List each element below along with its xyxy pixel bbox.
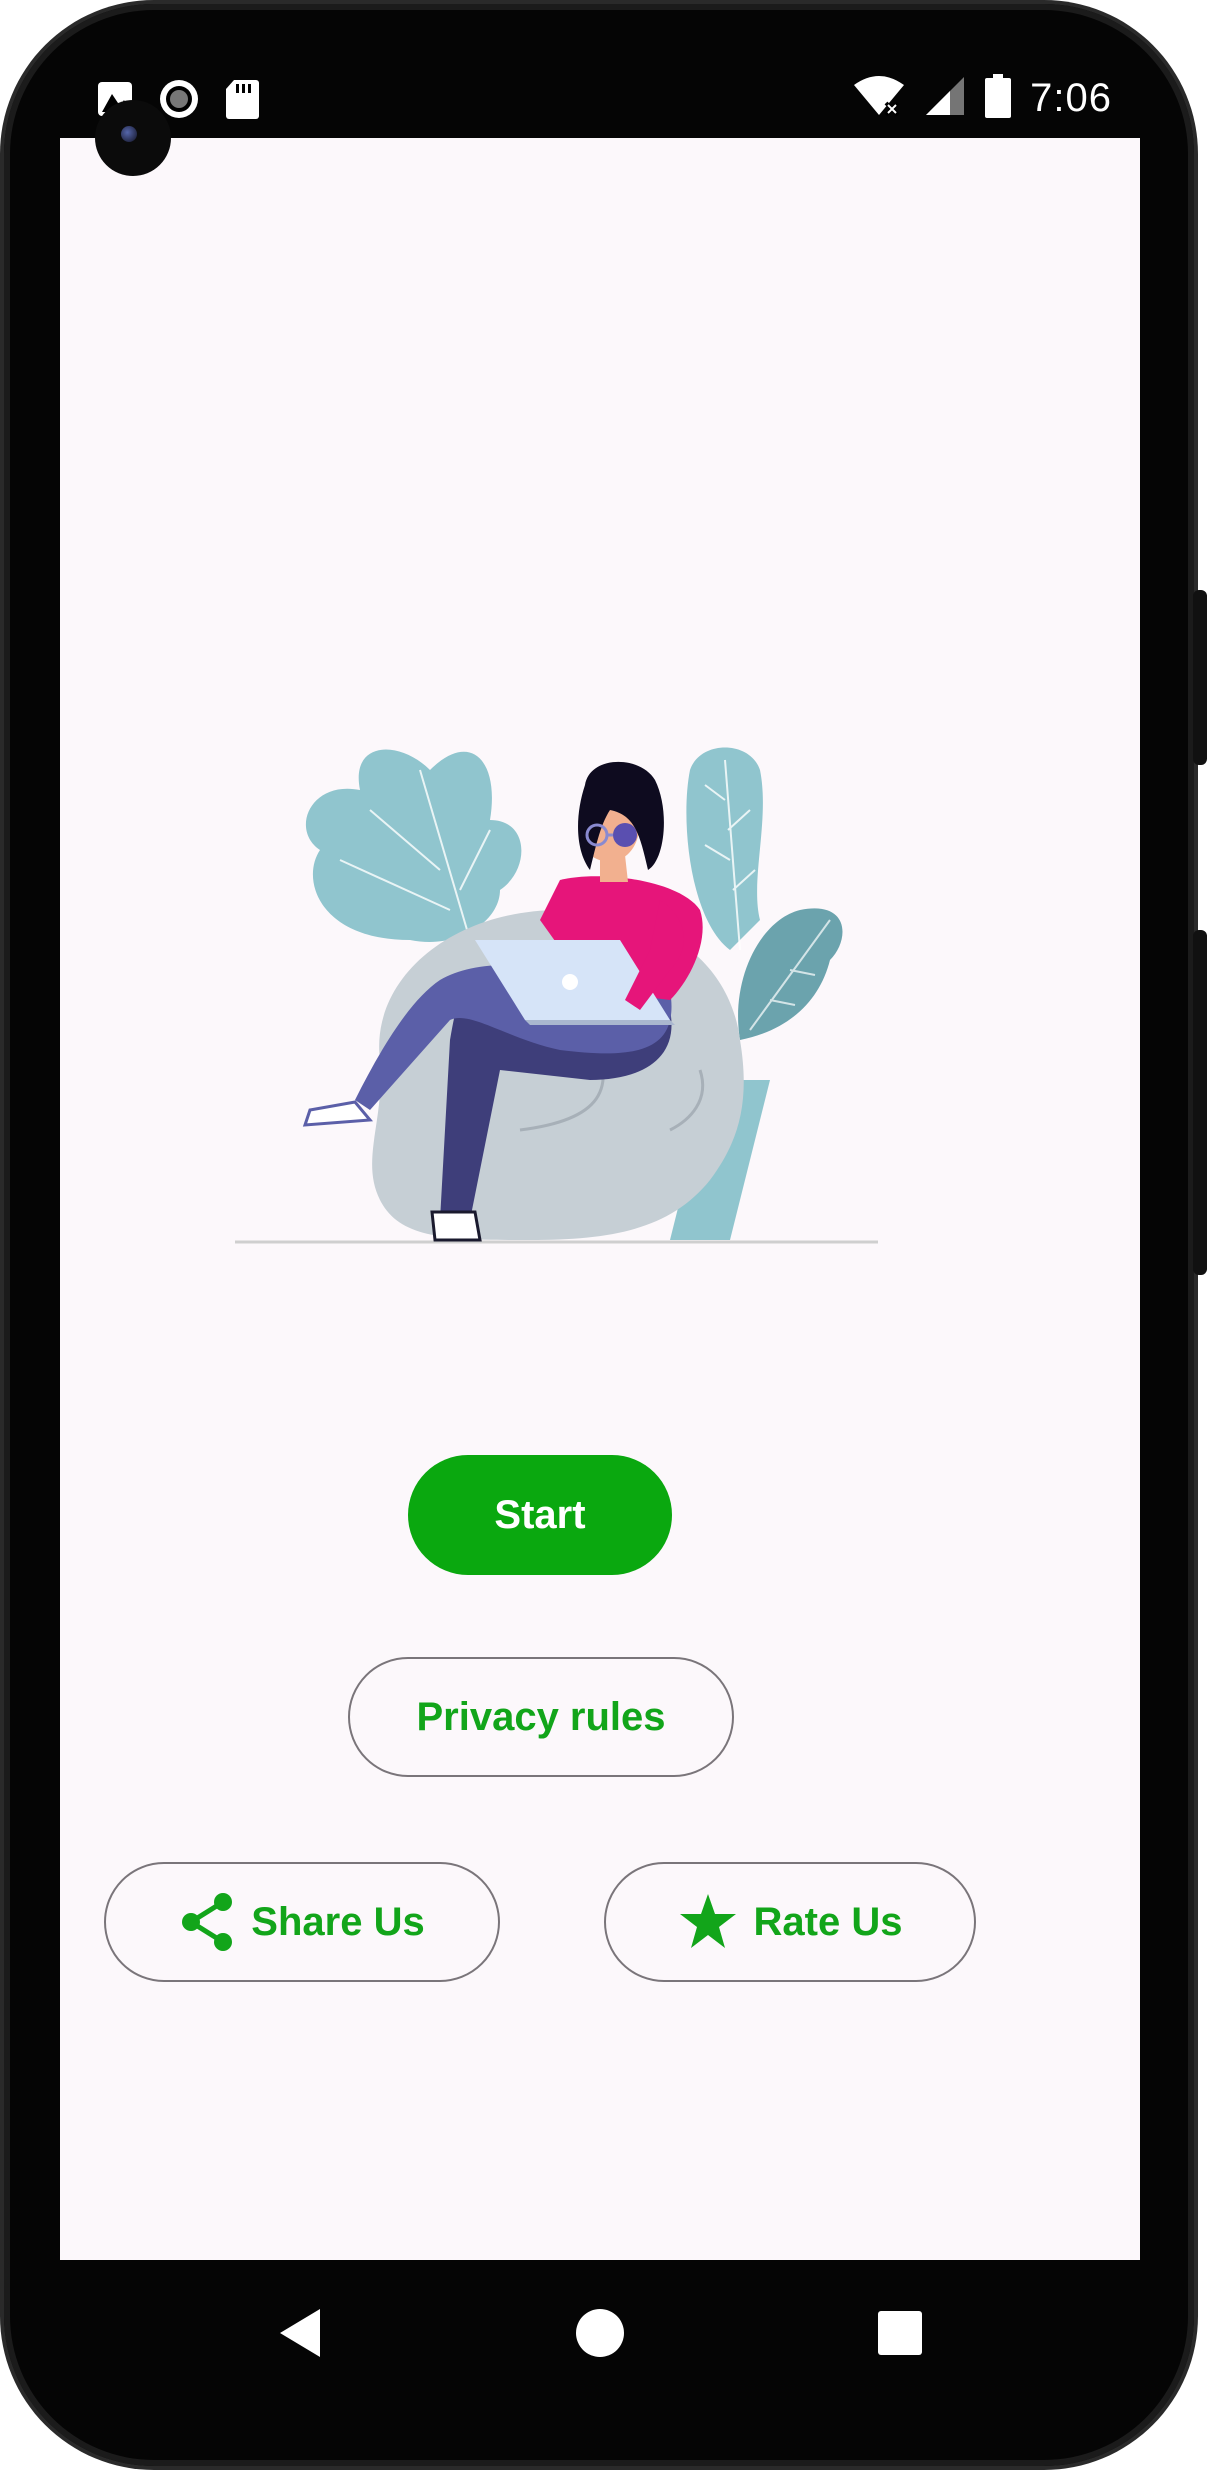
front-camera (95, 100, 171, 176)
share-us-button[interactable]: Share Us (104, 1862, 500, 1982)
home-button[interactable] (540, 2260, 660, 2410)
rate-us-label: Rate Us (753, 1899, 903, 1944)
status-right-icons: 7:06 (852, 74, 1112, 123)
status-bar: 7:06 (60, 60, 1140, 138)
back-button[interactable] (240, 2260, 360, 2410)
power-button (1193, 590, 1207, 765)
recents-icon (877, 2310, 923, 2361)
recents-button[interactable] (840, 2260, 960, 2410)
privacy-rules-button[interactable]: Privacy rules (348, 1657, 734, 1777)
privacy-rules-label: Privacy rules (416, 1694, 666, 1739)
start-button-label: Start (494, 1492, 586, 1537)
back-icon (276, 2307, 324, 2364)
hero-illustration (170, 620, 910, 1260)
share-us-label: Share Us (251, 1899, 425, 1944)
left-leaf-shape (305, 749, 522, 942)
share-icon (179, 1892, 235, 1952)
start-button[interactable]: Start (408, 1455, 672, 1575)
wifi-icon (852, 75, 906, 122)
battery-icon (984, 74, 1012, 123)
volume-button (1193, 930, 1207, 1275)
star-icon (678, 1892, 738, 1952)
phone-frame: 7:06 Start Privacy rules Share Us Rate U… (0, 0, 1211, 2474)
sd-card-icon (224, 78, 260, 125)
navigation-bar (60, 2260, 1140, 2410)
status-time: 7:06 (1030, 76, 1112, 120)
cell-signal-icon (924, 75, 966, 122)
rate-us-button[interactable]: Rate Us (604, 1862, 976, 1982)
home-icon (575, 2308, 625, 2363)
